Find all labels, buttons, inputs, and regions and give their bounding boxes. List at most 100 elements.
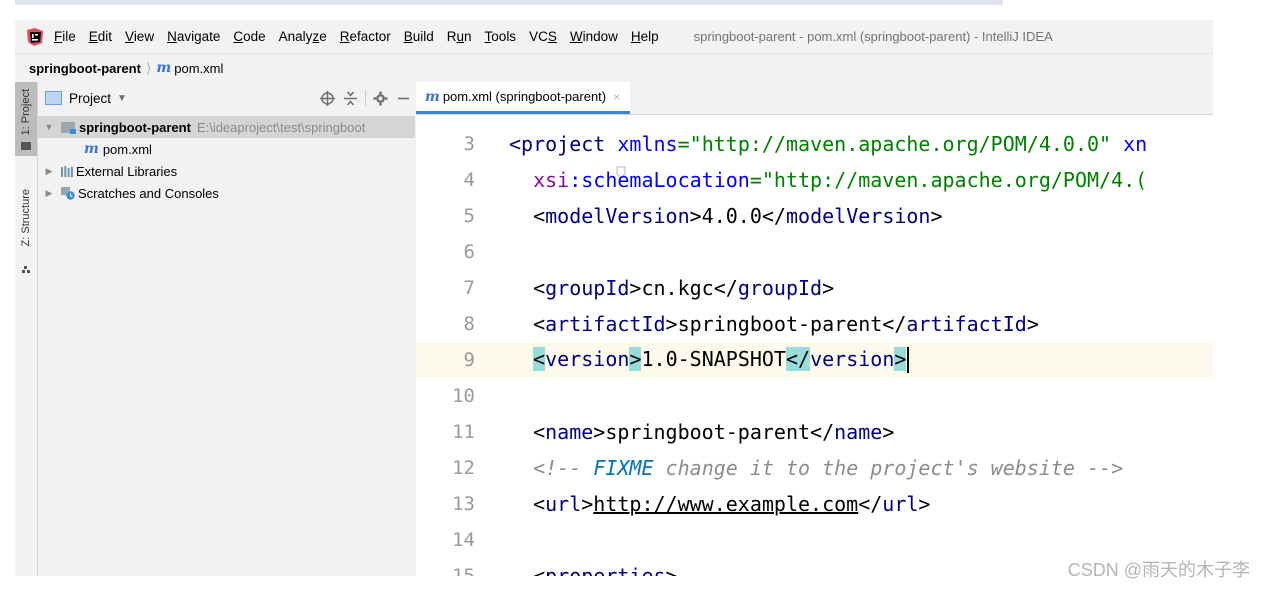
tool-window-strip: 1: Project Z: Structure [15, 82, 38, 576]
breadcrumb-separator-icon: ⟩ [145, 59, 152, 76]
tab-structure-label: Z: Structure [20, 189, 32, 247]
project-view-icon [45, 91, 62, 105]
tree-item-path: E:\ideaproject\test\springboot [196, 119, 366, 135]
menu-run[interactable]: Run [447, 29, 472, 44]
line-number: 10 [452, 385, 475, 407]
line-number: 11 [452, 421, 475, 443]
line-number: 9 [463, 349, 475, 371]
structure-icon [22, 262, 30, 273]
tag-match-highlight: < [533, 346, 546, 371]
line-number: 13 [452, 493, 475, 515]
collapse-all-icon[interactable] [339, 87, 362, 109]
menu-window[interactable]: Window [570, 29, 618, 44]
breadcrumb: springboot-parent ⟩ m pom.xml [15, 53, 1213, 83]
menu-analyze[interactable]: Analyze [279, 29, 327, 44]
project-tree: ▼ springboot-parent E:\ideaproject\test\… [38, 116, 415, 204]
tree-item-pom[interactable]: m pom.xml [38, 138, 415, 160]
code-text: <properties> [509, 564, 678, 576]
close-icon[interactable]: × [613, 90, 620, 104]
editor-tab-bar: m pom.xml (springboot-parent) × [416, 82, 1213, 115]
intellij-logo-icon [24, 26, 46, 48]
project-panel-header: Project ▼ [38, 82, 415, 114]
text-caret [907, 347, 910, 374]
menu-help[interactable]: Help [631, 29, 659, 44]
tab-structure-tool[interactable]: Z: Structure [15, 178, 37, 274]
toolbar-divider [365, 90, 366, 106]
code-text: <version>1.0-SNAPSHOT</version> [509, 346, 910, 374]
code-line: 3 <project xmlns="http://maven.apache.or… [416, 126, 1213, 179]
url-link[interactable]: http://www.example.com [593, 492, 858, 516]
expand-arrow-icon[interactable]: ▼ [42, 122, 56, 132]
code-line: 11 <name>springboot-parent</name> [416, 414, 1213, 450]
window-title: springboot-parent - pom.xml (springboot-… [693, 29, 1053, 44]
editor-tab-pom[interactable]: m pom.xml (springboot-parent) × [416, 82, 631, 114]
fold-icon[interactable] [496, 137, 626, 179]
line-number: 5 [463, 205, 475, 227]
menu-build[interactable]: Build [404, 29, 434, 44]
code-text: <groupId>cn.kgc</groupId> [509, 276, 835, 300]
folder-icon [21, 142, 31, 150]
menu-file[interactable]: File [54, 29, 76, 44]
line-number: 6 [463, 241, 475, 263]
tag-match-highlight: > [629, 346, 642, 371]
menu-vcs[interactable]: VCS [529, 29, 557, 44]
tab-project-tool[interactable]: 1: Project [15, 82, 37, 156]
menu-edit[interactable]: Edit [89, 29, 112, 44]
code-line: 10 [416, 378, 1213, 414]
tree-item-scratches[interactable]: ▶ Scratches and Consoles [38, 182, 415, 204]
code-line: 12 <!-- FIXME change it to the project's… [416, 450, 1213, 486]
locate-file-icon[interactable] [316, 87, 339, 109]
breadcrumb-file[interactable]: pom.xml [174, 61, 223, 76]
editor-tab-label: pom.xml (springboot-parent) [442, 89, 607, 104]
code-comment: <!-- FIXME change it to the project's we… [533, 456, 1124, 480]
code-text: <project xmlns="http://maven.apache.org/… [509, 132, 1148, 156]
code-editor: m pom.xml (springboot-parent) × 3 <proje… [416, 82, 1213, 576]
tree-item-label: External Libraries [76, 163, 178, 179]
menu-code[interactable]: Code [233, 29, 265, 44]
code-line: 6 [416, 234, 1213, 270]
breadcrumb-project[interactable]: springboot-parent [29, 61, 141, 76]
project-view-selector[interactable]: Project ▼ [45, 91, 127, 106]
maven-file-icon: m [84, 141, 99, 157]
tree-item-label: springboot-parent [79, 119, 191, 135]
code-text: <artifactId>springboot-parent</artifactI… [509, 312, 1039, 336]
gear-icon[interactable] [369, 87, 392, 109]
project-panel-title: Project [69, 90, 112, 106]
code-text: <modelVersion>4.0.0</modelVersion> [509, 204, 943, 228]
library-icon [61, 165, 73, 177]
scratches-icon [61, 186, 75, 200]
tree-item-project-root[interactable]: ▼ springboot-parent E:\ideaproject\test\… [38, 116, 415, 138]
line-number: 12 [452, 457, 475, 479]
code-text: <name>springboot-parent</name> [509, 420, 895, 444]
tree-item-label: Scratches and Consoles [78, 185, 219, 201]
code-line: 5 <modelVersion>4.0.0</modelVersion> [416, 198, 1213, 234]
project-panel: Project ▼ ▼ springboot-parent E:\ideapro… [38, 82, 415, 576]
code-line-current: 9 <version>1.0-SNAPSHOT</version> [416, 342, 1213, 378]
menu-refactor[interactable]: Refactor [340, 29, 391, 44]
hide-panel-icon[interactable] [392, 87, 415, 109]
line-number: 7 [463, 277, 475, 299]
code-line: 8 <artifactId>springboot-parent</artifac… [416, 306, 1213, 342]
line-number: 8 [463, 313, 475, 335]
menu-bar: File Edit View Navigate Code Analyze Ref… [15, 20, 1213, 53]
folder-module-icon [61, 121, 76, 134]
expand-arrow-icon[interactable]: ▶ [42, 188, 56, 199]
code-area[interactable]: 3 <project xmlns="http://maven.apache.or… [416, 126, 1213, 576]
tree-item-external-libraries[interactable]: ▶ External Libraries [38, 160, 415, 182]
tag-match-highlight: </ [785, 346, 811, 371]
watermark: CSDN @雨天的木子李 [1067, 560, 1250, 580]
ide-window: File Edit View Navigate Code Analyze Ref… [15, 20, 1213, 576]
menu-view[interactable]: View [125, 29, 154, 44]
maven-file-icon: m [425, 88, 440, 105]
code-line: 13 <url>http://www.example.com</url> [416, 486, 1213, 522]
expand-arrow-icon[interactable]: ▶ [42, 166, 56, 177]
tab-project-label: 1: Project [20, 88, 32, 136]
line-number: 14 [452, 529, 475, 551]
fold-icon[interactable] [496, 569, 506, 576]
maven-file-icon: m [156, 60, 171, 76]
code-text: xsi:schemaLocation="http://maven.apache.… [533, 168, 1148, 192]
line-number: 4 [463, 169, 475, 191]
menu-navigate[interactable]: Navigate [167, 29, 220, 44]
code-text: <url>http://www.example.com</url> [509, 492, 931, 516]
menu-tools[interactable]: Tools [485, 29, 517, 44]
